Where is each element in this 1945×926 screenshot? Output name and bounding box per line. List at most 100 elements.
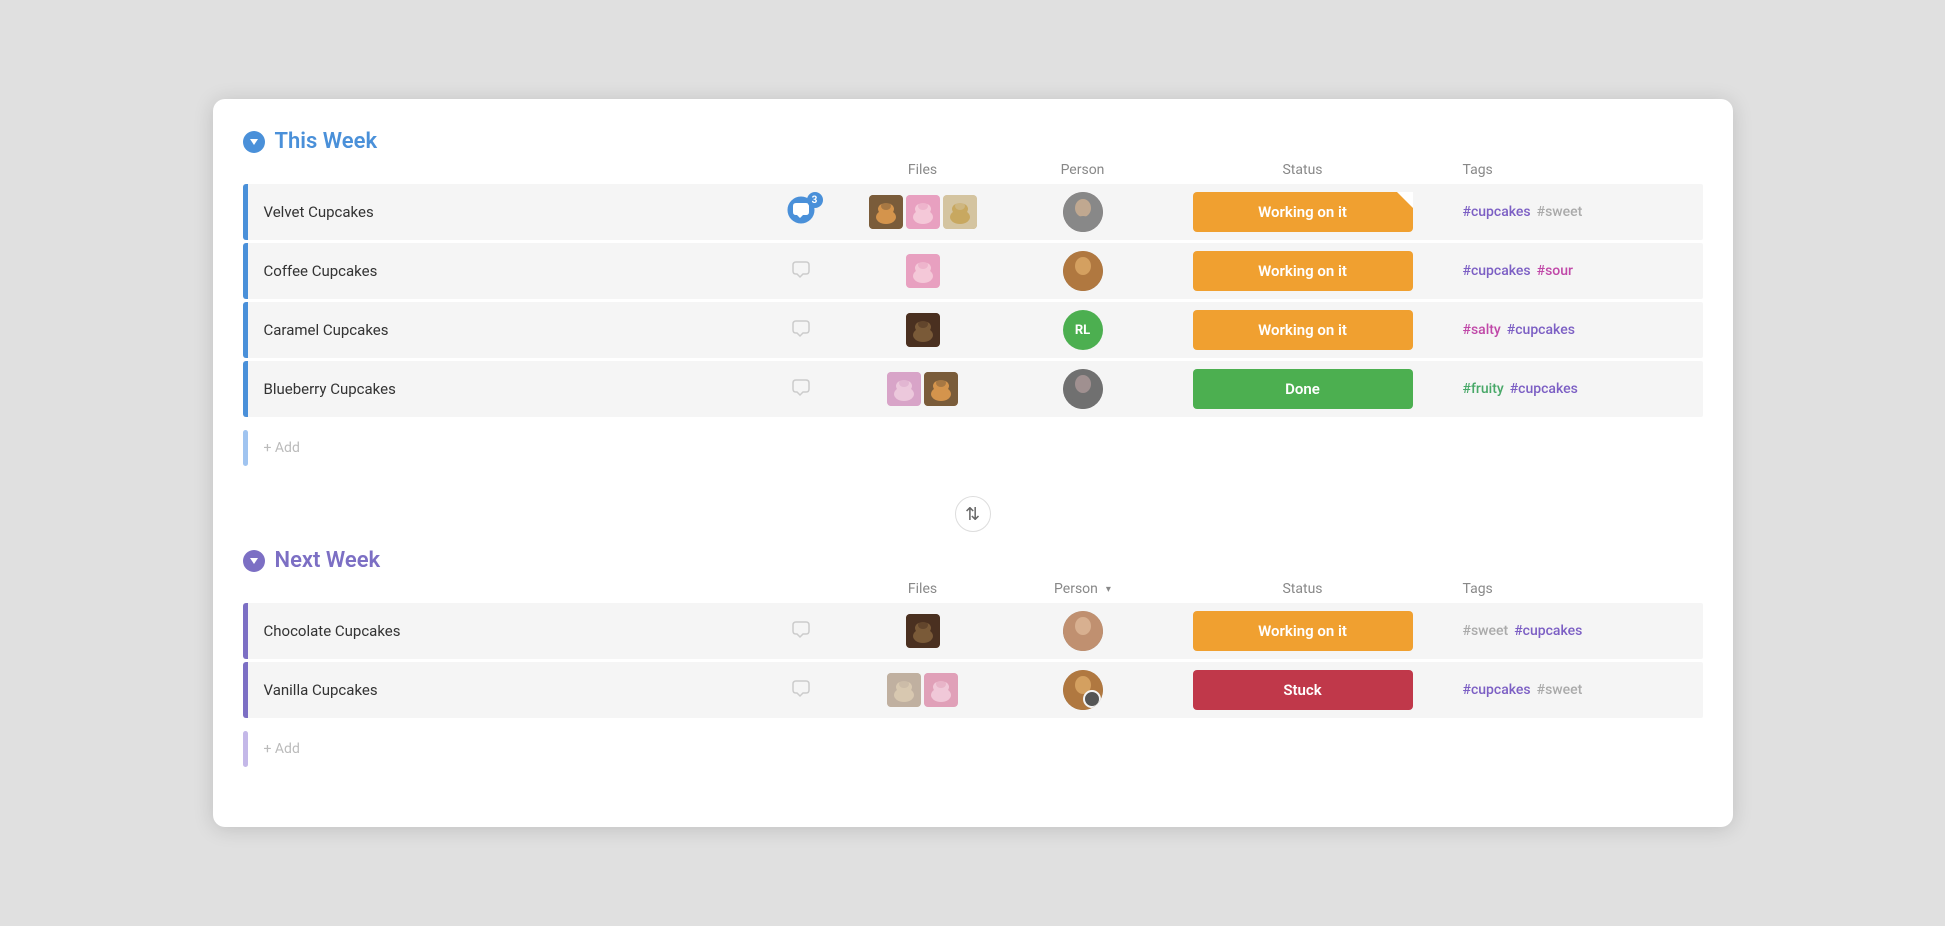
section-header: This Week	[243, 129, 1703, 154]
task-color-bar	[243, 662, 248, 718]
status-cell[interactable]: Stuck	[1163, 670, 1443, 710]
files-cell	[843, 195, 1003, 229]
status-cell[interactable]: Working on it	[1163, 251, 1443, 291]
col-header-name	[243, 581, 763, 597]
chat-cell[interactable]: 3	[763, 196, 843, 228]
column-headers: FilesPersonStatusTags	[243, 162, 1703, 184]
avatar	[1063, 611, 1103, 651]
task-name: Blueberry Cupcakes	[264, 380, 396, 398]
status-badge[interactable]: Working on it	[1193, 192, 1413, 232]
task-color-bar	[243, 243, 248, 299]
tags-cell: #salty #cupcakes	[1443, 322, 1703, 338]
section-toggle[interactable]	[243, 131, 265, 153]
status-badge[interactable]: Working on it	[1193, 251, 1413, 291]
section-header: Next Week	[243, 548, 1703, 573]
task-name: Caramel Cupcakes	[264, 321, 389, 339]
avatar	[1063, 192, 1103, 232]
add-bar	[243, 731, 248, 767]
section-this-week: This Week FilesPersonStatusTagsVelvet Cup…	[243, 129, 1703, 476]
task-name-cell: Chocolate Cupcakes	[243, 603, 763, 659]
status-badge[interactable]: Done	[1193, 369, 1413, 409]
add-bar	[243, 430, 248, 466]
files-cell	[843, 673, 1003, 707]
tag: #sweet	[1537, 682, 1583, 698]
status-badge[interactable]: Stuck	[1193, 670, 1413, 710]
person-cell	[1003, 192, 1163, 232]
chat-badge: 3	[807, 192, 823, 208]
task-name: Vanilla Cupcakes	[264, 681, 378, 699]
add-row[interactable]: + Add	[243, 420, 1703, 476]
task-row: Velvet Cupcakes 3 Working on it #cupcakes…	[243, 184, 1703, 240]
tags-cell: #cupcakes #sweet	[1443, 204, 1703, 220]
task-color-bar	[243, 603, 248, 659]
divider-button[interactable]: ⇅	[955, 496, 991, 532]
file-thumbnail	[943, 195, 977, 229]
status-cell[interactable]: Working on it	[1163, 310, 1443, 350]
person-cell	[1003, 611, 1163, 651]
chat-cell[interactable]	[763, 615, 843, 647]
chat-icon[interactable]: 3	[787, 196, 819, 228]
avatar	[1063, 670, 1103, 710]
tag: #cupcakes	[1514, 623, 1582, 639]
status-cell[interactable]: Working on it	[1163, 192, 1443, 232]
person-dropdown-icon[interactable]: ▾	[1106, 584, 1111, 595]
status-badge[interactable]: Working on it	[1193, 310, 1413, 350]
chat-cell[interactable]	[763, 373, 843, 405]
chat-cell[interactable]	[763, 255, 843, 287]
tag: #fruity	[1463, 381, 1504, 397]
tag: #sweet	[1463, 623, 1509, 639]
tag: #cupcakes	[1510, 381, 1578, 397]
chat-icon[interactable]	[787, 615, 819, 647]
chat-icon[interactable]	[787, 373, 819, 405]
chat-cell[interactable]	[763, 674, 843, 706]
section-title: Next Week	[275, 548, 381, 573]
tags-cell: #cupcakes#sour	[1443, 263, 1703, 279]
file-thumbnail	[906, 614, 940, 648]
section-next-week: Next WeekFilesPerson▾StatusTagsChocolate…	[243, 548, 1703, 777]
file-thumbnail	[906, 313, 940, 347]
tag: #sour	[1537, 263, 1573, 279]
task-name-cell: Blueberry Cupcakes	[243, 361, 763, 417]
files-cell	[843, 372, 1003, 406]
status-badge[interactable]: Working on it	[1193, 611, 1413, 651]
tags-cell: #fruity #cupcakes	[1443, 381, 1703, 397]
col-header-files: Files	[843, 581, 1003, 597]
status-cell[interactable]: Done	[1163, 369, 1443, 409]
chat-icon[interactable]	[787, 674, 819, 706]
tag: #cupcakes	[1507, 322, 1575, 338]
file-thumbnail	[869, 195, 903, 229]
tag: #cupcakes	[1463, 204, 1531, 220]
task-row: Coffee Cupcakes Working on it #cupcakes#s…	[243, 243, 1703, 299]
file-thumbnail	[924, 372, 958, 406]
col-header-tags: Tags	[1443, 162, 1703, 178]
avatar	[1063, 251, 1103, 291]
chat-cell[interactable]	[763, 314, 843, 346]
file-thumbnail	[906, 195, 940, 229]
avatar	[1063, 369, 1103, 409]
file-thumbnail	[887, 673, 921, 707]
person-cell	[1003, 369, 1163, 409]
task-name-cell: Vanilla Cupcakes	[243, 662, 763, 718]
tag: #cupcakes	[1463, 682, 1531, 698]
person-cell	[1003, 251, 1163, 291]
col-header-name	[243, 162, 763, 178]
add-label[interactable]: + Add	[264, 440, 300, 456]
tag: #salty	[1463, 322, 1501, 338]
chat-icon[interactable]	[787, 255, 819, 287]
task-row: Blueberry Cupcakes Done #fruity #cupcakes	[243, 361, 1703, 417]
chat-icon[interactable]	[787, 314, 819, 346]
section-title: This Week	[275, 129, 378, 154]
add-row[interactable]: + Add	[243, 721, 1703, 777]
tag: #sweet	[1537, 204, 1583, 220]
files-cell	[843, 254, 1003, 288]
task-name: Coffee Cupcakes	[264, 262, 378, 280]
task-name-cell: Velvet Cupcakes	[243, 184, 763, 240]
app-container: This Week FilesPersonStatusTagsVelvet Cup…	[213, 99, 1733, 827]
section-divider: ⇅	[243, 496, 1703, 532]
file-thumbnail	[887, 372, 921, 406]
status-cell[interactable]: Working on it	[1163, 611, 1443, 651]
add-label[interactable]: + Add	[264, 741, 300, 757]
file-thumbnail	[924, 673, 958, 707]
section-toggle[interactable]	[243, 550, 265, 572]
task-row: Vanilla Cupcakes Stuck #cupcakes #sweet	[243, 662, 1703, 718]
